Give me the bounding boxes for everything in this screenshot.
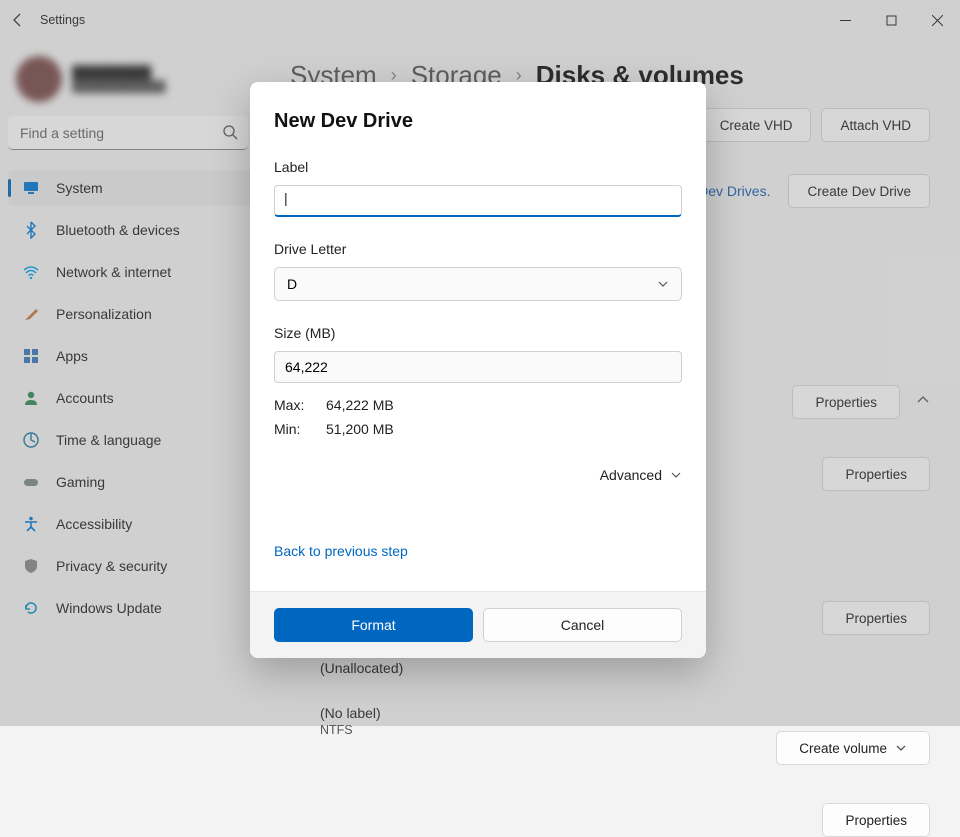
advanced-toggle[interactable]: Advanced bbox=[274, 467, 682, 483]
properties-button[interactable]: Properties bbox=[822, 803, 930, 837]
max-label: Max: bbox=[274, 397, 326, 413]
back-to-previous-link[interactable]: Back to previous step bbox=[274, 543, 408, 559]
format-button[interactable]: Format bbox=[274, 608, 473, 642]
chevron-down-icon bbox=[670, 469, 682, 481]
cancel-button[interactable]: Cancel bbox=[483, 608, 682, 642]
label-field-label: Label bbox=[274, 159, 682, 175]
new-dev-drive-dialog: New Dev Drive Label | Drive Letter D Siz… bbox=[250, 82, 706, 658]
min-value: 51,200 MB bbox=[326, 421, 682, 437]
chevron-down-icon bbox=[895, 742, 907, 754]
drive-letter-select[interactable]: D bbox=[274, 267, 682, 301]
max-value: 64,222 MB bbox=[326, 397, 682, 413]
size-label: Size (MB) bbox=[274, 325, 682, 341]
create-volume-label: Create volume bbox=[799, 741, 887, 756]
label-input[interactable] bbox=[274, 185, 682, 217]
drive-letter-label: Drive Letter bbox=[274, 241, 682, 257]
size-input[interactable] bbox=[274, 351, 682, 383]
drive-letter-value: D bbox=[287, 276, 297, 292]
dialog-title: New Dev Drive bbox=[274, 110, 682, 133]
create-volume-button[interactable]: Create volume bbox=[776, 731, 930, 765]
advanced-label: Advanced bbox=[600, 467, 662, 483]
chevron-down-icon bbox=[657, 278, 669, 290]
min-label: Min: bbox=[274, 421, 326, 437]
